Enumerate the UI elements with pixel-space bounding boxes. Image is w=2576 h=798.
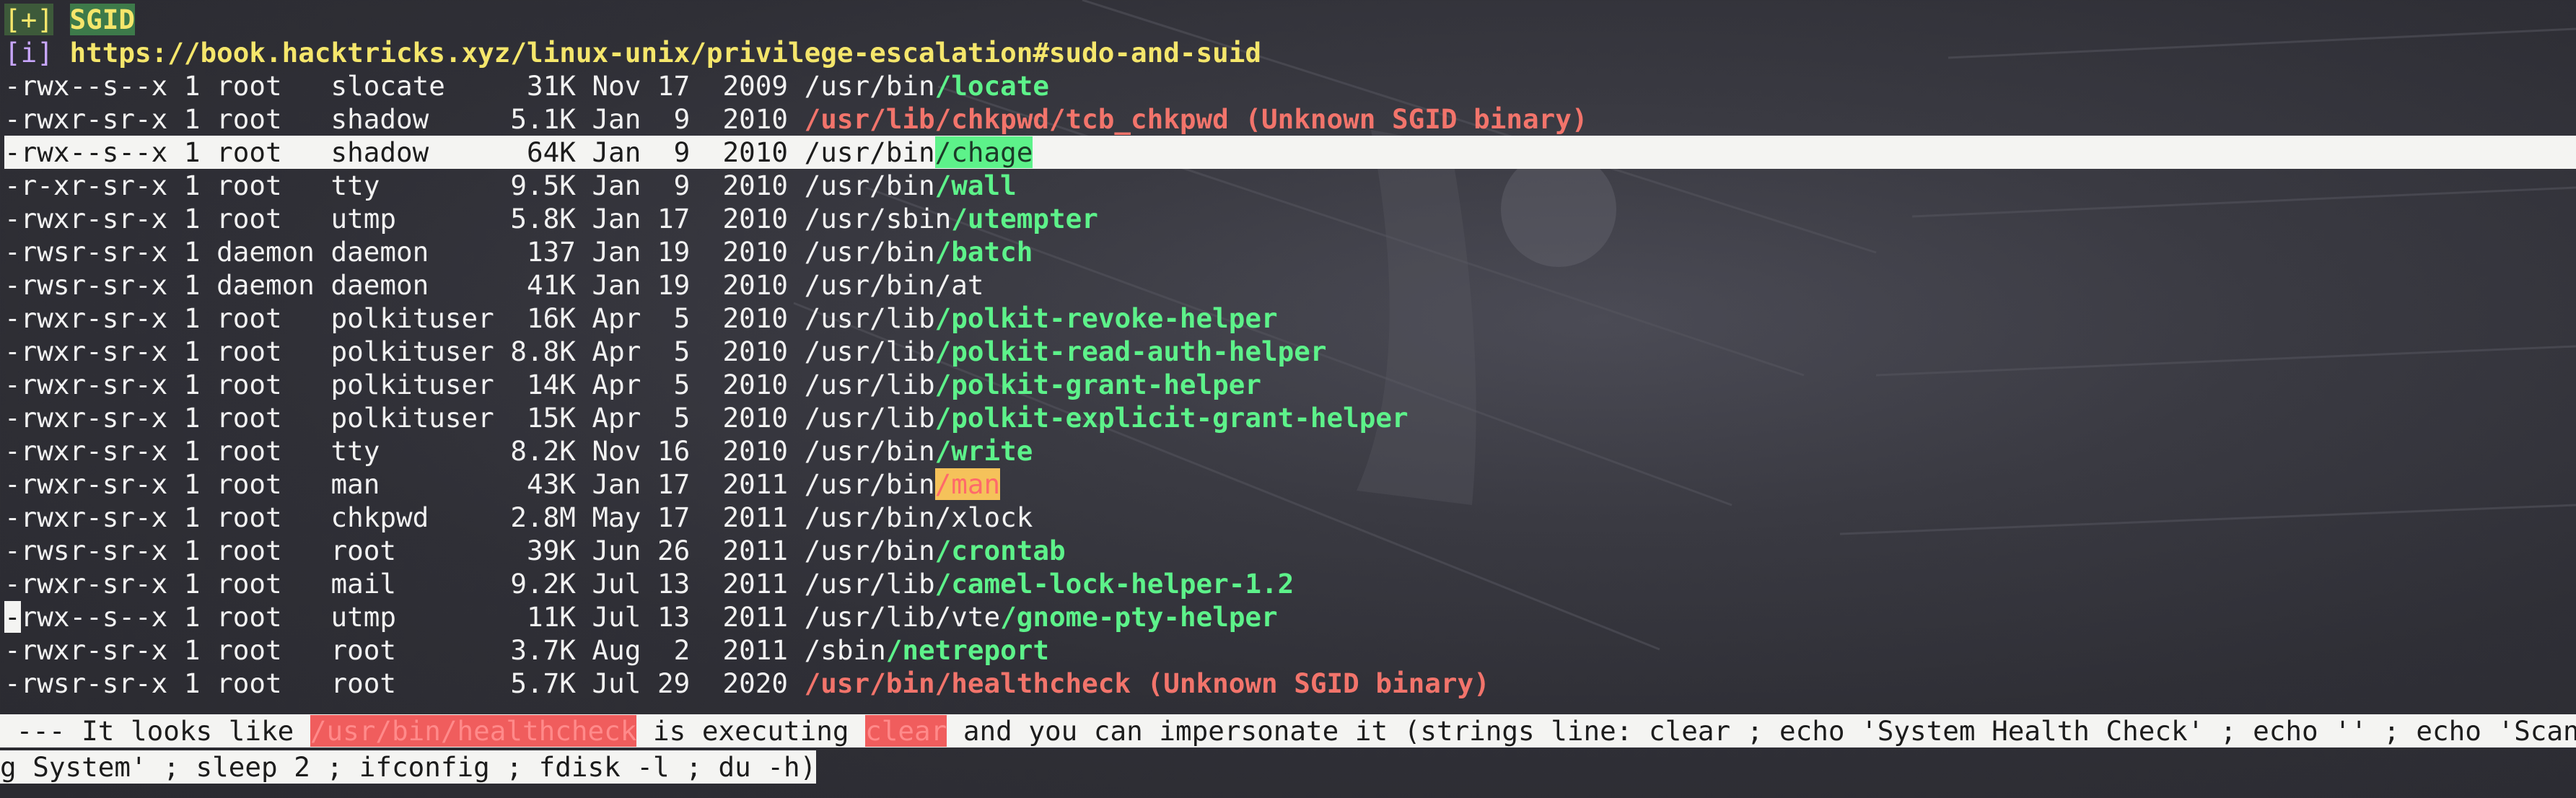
file-note: (Unknown SGID binary) — [1228, 103, 1588, 135]
file-row: -rwxr-sr-x 1 root root 3.7K Aug 2 2011 /… — [4, 633, 2576, 667]
file-name: /polkit-read-auth-helper — [934, 336, 1327, 367]
file-directory: /sbin — [804, 634, 886, 666]
file-directory: /usr/bin/at — [804, 269, 984, 301]
warning-command: clear — [865, 715, 947, 747]
file-metadata: -rwxr-sr-x 1 root polkituser 15K Apr 5 2… — [4, 402, 805, 434]
file-metadata: -rwsr-sr-x 1 root root 5.7K Jul 29 2020 — [4, 667, 805, 699]
file-metadata: -rwsr-sr-x 1 root root 39K Jun 26 2011 — [4, 535, 805, 566]
file-directory: /usr/lib — [804, 369, 935, 400]
warning-prefix: --- It looks like — [0, 715, 310, 747]
file-name: /polkit-explicit-grant-helper — [934, 402, 1409, 434]
file-row: -rwsr-sr-x 1 daemon daemon 41K Jan 19 20… — [4, 268, 2576, 302]
file-directory: /usr/lib — [804, 568, 935, 600]
file-directory: /usr/bin — [804, 535, 935, 566]
file-directory: /usr/bin — [804, 170, 935, 201]
file-metadata: -rwx--s--x 1 root slocate 31K Nov 17 200… — [4, 70, 805, 102]
file-metadata: -rwxr-sr-x 1 root tty 8.2K Nov 16 2010 — [4, 435, 805, 467]
file-metadata: -rwxr-sr-x 1 root man 43K Jan 17 2011 — [4, 468, 805, 500]
file-metadata: -rwsr-sr-x 1 daemon daemon 137 Jan 19 20… — [4, 236, 805, 268]
file-metadata: -rwxr-sr-x 1 root polkituser 16K Apr 5 2… — [4, 302, 805, 334]
terminal-output: [+] SGID [i] https://book.hacktricks.xyz… — [4, 3, 2576, 700]
file-directory: /usr/bin — [804, 468, 935, 500]
file-directory: /usr/sbin — [804, 203, 952, 234]
file-directory: /usr/bin — [804, 136, 935, 168]
file-metadata: -rwxr-sr-x 1 root shadow 5.1K Jan 9 2010 — [4, 103, 805, 135]
file-metadata: -rwx--s--x 1 root shadow 64K Jan 9 2010 — [4, 136, 805, 168]
file-row: -rwxr-sr-x 1 root polkituser 16K Apr 5 2… — [4, 302, 2576, 335]
reference-link[interactable]: https://book.hacktricks.xyz/linux-unix/p… — [70, 37, 1262, 69]
file-name: /chage — [934, 136, 1033, 168]
file-name: /polkit-revoke-helper — [934, 302, 1278, 334]
file-metadata-rest: rwx--s--x 1 root utmp 11K Jul 13 2011 — [20, 601, 805, 633]
file-directory: /usr/lib — [804, 402, 935, 434]
file-directory: /usr/bin — [804, 435, 935, 467]
warning-binary: /usr/bin/healthcheck — [310, 715, 637, 747]
file-directory: /usr/lib — [804, 302, 935, 334]
file-row: -rwxr-sr-x 1 root polkituser 15K Apr 5 2… — [4, 401, 2576, 434]
file-metadata: -rwx--s--x 1 root utmp 11K Jul 13 2011 — [4, 601, 805, 633]
file-name: /write — [934, 435, 1033, 467]
file-name: /netreport — [885, 634, 1049, 666]
warning-mid: is executing — [636, 715, 866, 747]
warning-suffix: and you can impersonate it (strings line… — [947, 715, 2576, 747]
file-row: -rwxr-sr-x 1 root polkituser 8.8K Apr 5 … — [4, 335, 2576, 368]
file-name: /polkit-grant-helper — [934, 369, 1262, 400]
file-directory: /usr/bin — [804, 70, 935, 102]
file-row: -rwx--s--x 1 root shadow 64K Jan 9 2010 … — [4, 136, 2576, 169]
file-name: /man — [934, 468, 1001, 500]
section-title: SGID — [69, 4, 135, 35]
terminal-cursor: - — [4, 601, 21, 633]
file-name: /crontab — [934, 535, 1066, 566]
file-row: -rwx--s--x 1 root slocate 31K Nov 17 200… — [4, 69, 2576, 102]
file-row: -rwxr-sr-x 1 root mail 9.2K Jul 13 2011 … — [4, 567, 2576, 600]
file-name: /wall — [934, 170, 1017, 201]
file-row: -rwsr-sr-x 1 daemon daemon 137 Jan 19 20… — [4, 235, 2576, 268]
file-metadata: -rwxr-sr-x 1 root chkpwd 2.8M May 17 201… — [4, 501, 805, 533]
file-directory: /usr/bin — [804, 236, 935, 268]
info-line: [i] https://book.hacktricks.xyz/linux-un… — [4, 36, 2576, 69]
plus-tag: [+] — [4, 4, 53, 35]
file-name: /gnome-pty-helper — [1000, 601, 1278, 633]
file-note: (Unknown SGID binary) — [1131, 667, 1490, 699]
file-row: -rwsr-sr-x 1 root root 39K Jun 26 2011 /… — [4, 534, 2576, 567]
file-row: -rwsr-sr-x 1 root root 5.7K Jul 29 2020 … — [4, 667, 2576, 700]
file-metadata: -rwxr-sr-x 1 root polkituser 14K Apr 5 2… — [4, 369, 805, 400]
file-row: -rwxr-sr-x 1 root shadow 5.1K Jan 9 2010… — [4, 102, 2576, 136]
impersonation-warning: --- It looks like /usr/bin/healthcheck i… — [0, 714, 2576, 747]
sgid-file-list: -rwx--s--x 1 root slocate 31K Nov 17 200… — [4, 69, 2576, 700]
file-directory: /usr/lib/vte — [804, 601, 1001, 633]
file-row: -rwxr-sr-x 1 root tty 8.2K Nov 16 2010 /… — [4, 434, 2576, 468]
section-header: [+] SGID — [4, 3, 2576, 36]
file-row: -rwx--s--x 1 root utmp 11K Jul 13 2011 /… — [4, 600, 2576, 633]
info-tag: [i] — [4, 37, 53, 69]
file-directory: /usr/bin/xlock — [804, 501, 1033, 533]
file-metadata: -rwxr-sr-x 1 root mail 9.2K Jul 13 2011 — [4, 568, 805, 600]
file-row: -r-xr-sr-x 1 root tty 9.5K Jan 9 2010 /u… — [4, 169, 2576, 202]
file-row: -rwxr-sr-x 1 root polkituser 14K Apr 5 2… — [4, 368, 2576, 401]
file-metadata: -rwxr-sr-x 1 root utmp 5.8K Jan 17 2010 — [4, 203, 805, 234]
file-name: /usr/bin/healthcheck — [804, 667, 1131, 699]
file-metadata: -rwsr-sr-x 1 daemon daemon 41K Jan 19 20… — [4, 269, 805, 301]
file-name: /locate — [934, 70, 1049, 102]
file-name: /batch — [934, 236, 1033, 268]
file-metadata: -rwxr-sr-x 1 root root 3.7K Aug 2 2011 — [4, 634, 805, 666]
file-name: /camel-lock-helper-1.2 — [934, 568, 1294, 600]
file-row: -rwxr-sr-x 1 root utmp 5.8K Jan 17 2010 … — [4, 202, 2576, 235]
file-metadata: -rwxr-sr-x 1 root polkituser 8.8K Apr 5 … — [4, 336, 805, 367]
file-name: /utempter — [951, 203, 1098, 234]
file-row: -rwxr-sr-x 1 root man 43K Jan 17 2011 /u… — [4, 468, 2576, 501]
file-directory: /usr/lib — [804, 336, 935, 367]
file-metadata: -r-xr-sr-x 1 root tty 9.5K Jan 9 2010 — [4, 170, 805, 201]
impersonation-warning-continued: g System' ; sleep 2 ; ifconfig ; fdisk -… — [0, 750, 817, 784]
file-name: /usr/lib/chkpwd/tcb_chkpwd — [804, 103, 1229, 135]
file-row: -rwxr-sr-x 1 root chkpwd 2.8M May 17 201… — [4, 501, 2576, 534]
